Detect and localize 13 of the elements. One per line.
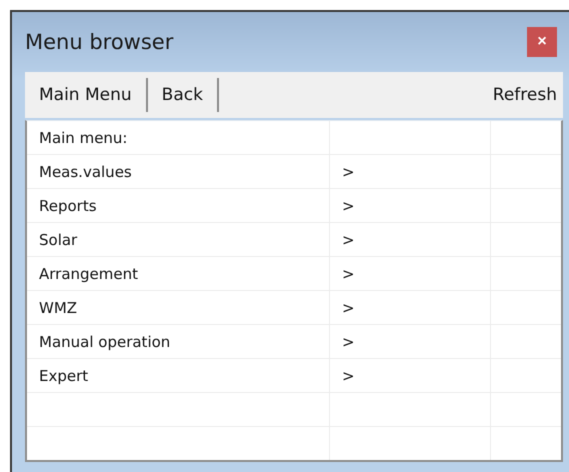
menu-item[interactable]: Meas.values [27, 155, 330, 188]
menu-item[interactable]: Manual operation [27, 325, 330, 358]
toolbar-button[interactable]: Back [148, 78, 219, 112]
refresh-button[interactable]: Refresh [478, 78, 563, 112]
toolbar-button[interactable]: Main Menu [25, 78, 148, 112]
menu-heading: Main menu: [27, 121, 330, 154]
menu-item[interactable]: Solar [27, 223, 330, 256]
menu-item[interactable]: Arrangement [27, 257, 330, 290]
window-title: Menu browser [25, 30, 174, 54]
menu-item[interactable]: Reports [27, 189, 330, 222]
close-button[interactable]: × [527, 27, 557, 57]
menu-item[interactable]: WMZ [27, 291, 330, 324]
menu-item[interactable]: Expert [27, 359, 330, 392]
